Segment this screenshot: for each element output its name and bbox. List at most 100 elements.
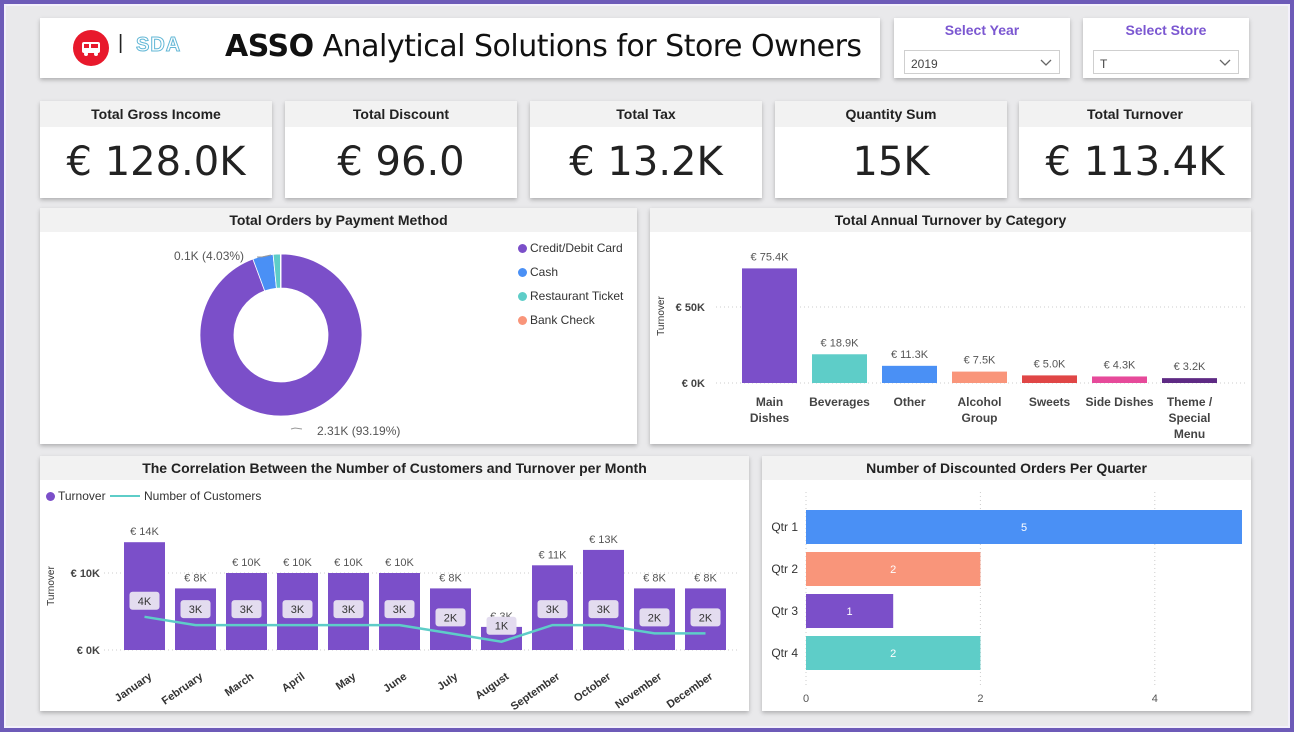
monthly-combo-svg: € 0K € 10K Turnover € 14K January € 8K Februar… <box>46 526 740 711</box>
customers-label: 2K <box>648 612 662 624</box>
x-tick-label: Other <box>893 395 925 409</box>
data-label: € 8K <box>643 572 666 584</box>
category-bars-svg: € 0K € 50K Turnover € 75.4K Main Dishes € 18.9… <box>656 251 1246 441</box>
x-tick-label: February <box>160 670 206 707</box>
customers-label: 3K <box>189 604 203 616</box>
x-tick-label: June <box>381 671 409 696</box>
x-tick-label: July <box>435 670 461 693</box>
category-bar[interactable] <box>882 365 937 383</box>
store-dropdown[interactable]: T <box>1093 50 1239 74</box>
category-bar[interactable] <box>952 371 1007 383</box>
kpi-card-turnover: Total Turnover € 113.4K <box>1019 101 1251 198</box>
y-tick-label: € 10K <box>71 568 100 580</box>
store-dropdown-value: T <box>1100 57 1108 71</box>
chevron-down-icon <box>1040 59 1052 66</box>
data-label: € 14K <box>130 526 159 538</box>
y-tick-label: € 0K <box>682 378 705 390</box>
customers-label: 2K <box>444 612 458 624</box>
x-tick-label: Group <box>962 411 998 425</box>
category-turnover-chart: Total Annual Turnover by Category € 0K € … <box>650 208 1251 444</box>
category-bar[interactable] <box>1092 376 1147 383</box>
leader-line <box>290 427 303 430</box>
x-tick-label: April <box>280 671 307 695</box>
x-tick-label: August <box>473 670 511 702</box>
kpi-label: Quantity Sum <box>775 101 1007 127</box>
title-text: Analytical Solutions for Store Owners <box>313 29 862 64</box>
year-dropdown-value: 2019 <box>911 57 938 71</box>
customers-label: 2K <box>699 612 713 624</box>
x-tick-label: May <box>334 670 359 693</box>
data-label: 2 <box>890 648 896 660</box>
sda-logo: SDA <box>135 34 182 57</box>
data-label: 0.1K (4.03%) <box>174 249 244 263</box>
turnover-bar[interactable] <box>175 588 216 650</box>
kpi-card-tax: Total Tax € 13.2K <box>530 101 762 198</box>
kpi-label: Total Turnover <box>1019 101 1251 127</box>
x-tick-label: November <box>613 670 665 711</box>
legend-item-card[interactable]: Credit/Debit Card <box>518 241 623 255</box>
y-axis-label: Turnover <box>656 296 667 336</box>
x-tick-label: Theme / <box>1167 395 1213 409</box>
year-slicer: Select Year 2019 <box>894 18 1070 78</box>
data-label: € 3.2K <box>1174 361 1206 373</box>
legend-item-cash[interactable]: Cash <box>518 265 558 279</box>
category-bar[interactable] <box>1162 378 1217 383</box>
quarter-bars-svg: 0 2 4 5 Qtr 1 2 Qtr 2 1 Qtr 3 2 Qtr 4 <box>771 492 1242 705</box>
legend-item-check[interactable]: Bank Check <box>518 313 595 327</box>
category-bar[interactable] <box>812 354 867 383</box>
logo-separator: | <box>118 32 124 54</box>
x-tick-label: Side Dishes <box>1085 395 1153 409</box>
data-label: € 4.3K <box>1104 359 1136 371</box>
data-label: € 13K <box>589 534 618 546</box>
y-axis-label: Turnover <box>46 566 57 606</box>
x-tick-label: December <box>665 670 716 711</box>
chevron-down-icon <box>1219 59 1231 66</box>
data-label: € 8K <box>439 572 462 584</box>
data-label: € 11.3K <box>891 349 929 361</box>
customers-label: 1K <box>495 621 509 633</box>
kpi-card-discount: Total Discount € 96.0 <box>285 101 517 198</box>
category-bar[interactable] <box>1022 375 1077 383</box>
y-tick-label: Qtr 2 <box>771 562 798 576</box>
year-dropdown[interactable]: 2019 <box>904 50 1060 74</box>
kpi-value: € 128.0K <box>66 139 246 185</box>
data-label: € 10K <box>232 557 261 569</box>
legend-item-ticket[interactable]: Restaurant Ticket <box>518 289 623 303</box>
turnover-bar[interactable] <box>583 549 624 650</box>
x-tick-label: Dishes <box>750 411 790 425</box>
customers-label: 3K <box>597 604 611 616</box>
data-label: € 10K <box>385 557 414 569</box>
page-title: ASSO Analytical Solutions for Store Owne… <box>225 29 862 64</box>
x-tick-label: 0 <box>803 693 809 705</box>
data-label: € 11K <box>539 549 568 561</box>
x-tick-label: Special <box>1168 411 1210 425</box>
x-tick-label: September <box>509 670 563 711</box>
x-tick-label: Menu <box>1174 427 1205 441</box>
data-label: € 5.0K <box>1034 358 1066 370</box>
data-label: € 75.4K <box>751 251 790 263</box>
x-tick-label: 2 <box>977 693 983 705</box>
customers-label: 4K <box>138 596 152 608</box>
x-tick-label: Sweets <box>1029 395 1071 409</box>
y-tick-label: € 0K <box>77 645 100 657</box>
data-label: € 10K <box>283 557 312 569</box>
data-label: € 8K <box>184 572 207 584</box>
customers-label: 3K <box>291 604 305 616</box>
monthly-correlation-chart: The Correlation Between the Number of Cu… <box>40 456 749 711</box>
x-tick-label: Alcohol <box>958 395 1002 409</box>
category-bar[interactable] <box>742 268 797 383</box>
kpi-value: € 113.4K <box>1045 139 1225 185</box>
x-tick-label: March <box>223 670 257 699</box>
bus-logo-icon <box>73 30 109 66</box>
kpi-card-quantity: Quantity Sum 15K <box>775 101 1007 198</box>
data-label: € 18.9K <box>821 337 860 349</box>
title-brand: ASSO <box>225 29 314 64</box>
data-label: € 8K <box>694 572 717 584</box>
payment-method-chart: Total Orders by Payment Method 2.31K (93… <box>40 208 637 444</box>
kpi-card-gross-income: Total Gross Income € 128.0K <box>40 101 272 198</box>
donut-slice[interactable] <box>279 253 282 289</box>
y-tick-label: Qtr 4 <box>771 646 798 660</box>
kpi-label: Total Gross Income <box>40 101 272 127</box>
kpi-value: € 13.2K <box>569 139 723 185</box>
customers-label: 3K <box>342 604 356 616</box>
